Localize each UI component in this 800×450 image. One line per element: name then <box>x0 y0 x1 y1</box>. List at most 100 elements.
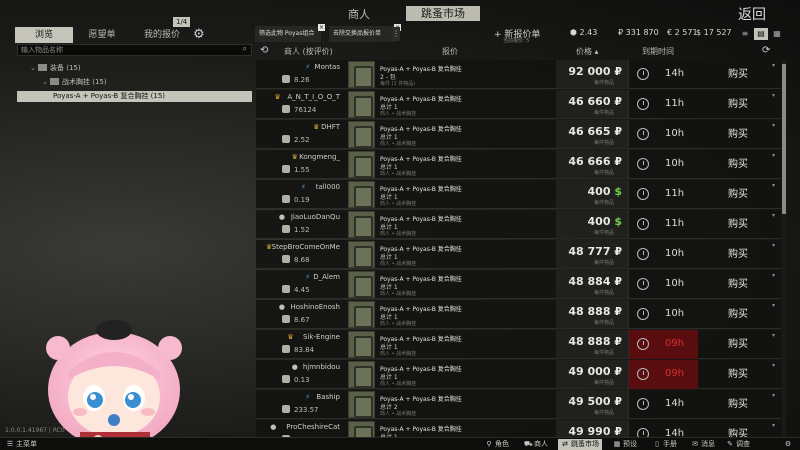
auto-refresh-icon[interactable]: ⟳ <box>762 45 770 56</box>
seller-name[interactable]: A_N_T_I_O_O_T <box>287 93 340 101</box>
buy-button[interactable]: 购买 <box>698 390 778 419</box>
item-icon[interactable] <box>348 181 375 208</box>
seller-name[interactable]: Kongmeng_ <box>299 153 340 161</box>
nav-presets[interactable]: ▦ 预设 <box>613 439 637 450</box>
seller-cell[interactable]: DHFT 2.52 ♛ <box>256 120 346 149</box>
scroll-thumb[interactable] <box>782 64 786 214</box>
buy-button[interactable]: 购买 <box>698 270 778 299</box>
buy-button[interactable]: 购买 <box>698 210 778 239</box>
seller-cell[interactable]: Montas 8.26 ⚡ <box>256 60 346 89</box>
buy-button[interactable]: 购买 <box>698 150 778 179</box>
search-input[interactable] <box>18 45 233 55</box>
list-view-icon[interactable]: ≡ <box>738 28 752 40</box>
chevron-down-icon[interactable]: ▾ <box>772 302 775 309</box>
item-icon[interactable] <box>348 271 375 298</box>
seller-name[interactable]: D_Alem <box>313 273 340 281</box>
chevron-down-icon[interactable]: ▾ <box>772 242 775 249</box>
compact-view-icon[interactable]: ▤ <box>754 28 768 40</box>
seller-name[interactable]: hjmnbidou <box>303 363 340 371</box>
seller-cell[interactable]: Kongmeng_ 1.55 ♛ <box>256 150 346 179</box>
seller-cell[interactable]: StepBroComeOnMe 8.68 ♛ <box>256 240 346 269</box>
seller-name[interactable]: Baship <box>316 393 340 401</box>
seller-cell[interactable]: A_N_T_I_O_O_T 76124 ♛ <box>256 90 346 119</box>
buy-button[interactable]: 购买 <box>698 330 778 359</box>
filter-chip-barter[interactable]: 去除交换品报价单 × <box>329 24 401 42</box>
chevron-down-icon[interactable]: ▾ <box>772 182 775 189</box>
nav-messages[interactable]: ✉ 消息 <box>691 439 715 450</box>
nav-settings[interactable]: ⚙ <box>784 439 794 450</box>
tab-wishlist[interactable]: 愿望单 <box>85 27 119 43</box>
chevron-down-icon[interactable]: ▾ <box>772 392 775 399</box>
back-button[interactable]: 返回 <box>738 4 766 24</box>
buy-button[interactable]: 购买 <box>698 90 778 119</box>
seller-name[interactable]: JiaoLuoDanQu <box>291 213 340 221</box>
buy-button[interactable]: 购买 <box>698 300 778 329</box>
chevron-down-icon[interactable]: ▾ <box>772 422 775 429</box>
expire-cell: 11h <box>628 90 698 119</box>
item-icon[interactable] <box>348 391 375 418</box>
seller-name[interactable]: StepBroComeOnMe <box>272 243 340 251</box>
buy-button[interactable]: 购买 <box>698 240 778 269</box>
seller-name[interactable]: Sik-Engine <box>303 333 340 341</box>
seller-cell[interactable]: D_Alem 4.45 ⚡ <box>256 270 346 299</box>
tab-trader[interactable]: 商人 <box>330 6 388 22</box>
refresh-icon[interactable]: ⟲ <box>260 45 268 56</box>
buy-button[interactable]: 购买 <box>698 120 778 149</box>
buy-button[interactable]: 购买 <box>698 360 778 389</box>
seller-name[interactable]: HoshinoEnosh <box>290 303 340 311</box>
filter-chip-item[interactable]: 筛选此物 Poyas组合 × <box>255 24 325 42</box>
seller-cell[interactable]: Sik-Engine 83.84 ♛ <box>256 330 346 359</box>
chevron-down-icon[interactable]: ▾ <box>772 362 775 369</box>
chevron-down-icon[interactable]: ▾ <box>772 272 775 279</box>
tab-flea-market[interactable]: 跳蚤市场 <box>406 6 480 21</box>
item-icon[interactable] <box>348 121 375 148</box>
seller-name[interactable]: tall000 <box>316 183 340 191</box>
nav-main-menu[interactable]: ☰ 主菜单 <box>6 439 37 450</box>
search-icon[interactable]: ⌕ <box>243 44 247 54</box>
more-options-icon[interactable]: ⋮ <box>392 27 400 41</box>
chevron-down-icon[interactable]: ▾ <box>772 62 775 69</box>
nav-traders[interactable]: ⛟商人 <box>524 439 548 450</box>
nav-survey[interactable]: ✎ 调查 <box>726 439 750 450</box>
seller-name[interactable]: ProCheshireCat <box>286 423 340 431</box>
seller-name[interactable]: DHFT <box>321 123 340 131</box>
chevron-down-icon[interactable]: ▾ <box>772 122 775 129</box>
chevron-down-icon[interactable]: ▾ <box>772 332 775 339</box>
tab-browse[interactable]: 浏览 <box>15 27 73 43</box>
nav-character[interactable]: ⚲ 角色 <box>485 439 509 450</box>
buy-button[interactable]: 购买 <box>698 60 778 89</box>
nav-handbook[interactable]: ▯ 手册 <box>653 439 677 450</box>
tree-item-selected[interactable]: Poyas-A + Poyas-B 复合胸挂 (15) <box>17 91 252 102</box>
tree-category-rig[interactable]: ⌄ 战术胸挂 (15) <box>42 77 107 88</box>
seller-cell[interactable]: tall000 0.19 ⚡ <box>256 180 346 209</box>
item-icon[interactable] <box>348 241 375 268</box>
chevron-down-icon[interactable]: ▾ <box>772 92 775 99</box>
chevron-down-icon[interactable]: ▾ <box>772 152 775 159</box>
seller-cell[interactable]: Baship 233.57 ⚡ <box>256 390 346 419</box>
column-header-merchant[interactable]: 商人 (按评价) <box>284 46 333 57</box>
clock-icon <box>637 398 649 410</box>
buy-button[interactable]: 购买 <box>698 180 778 209</box>
seller-cell[interactable]: HoshinoEnosh 8.67 ● <box>256 300 346 329</box>
item-icon[interactable] <box>348 91 375 118</box>
item-icon[interactable] <box>348 301 375 328</box>
nav-flea-market[interactable]: ⇄ 跳蚤市场 <box>558 439 602 450</box>
item-icon[interactable] <box>348 361 375 388</box>
column-header-price[interactable]: 价格 ▴ <box>576 46 599 57</box>
item-icon[interactable] <box>348 61 375 88</box>
close-icon[interactable]: × <box>318 24 325 31</box>
seller-rating: 1.52 <box>282 225 310 234</box>
item-icon[interactable] <box>348 211 375 238</box>
chevron-down-icon[interactable]: ▾ <box>772 212 775 219</box>
expire-time: 10h <box>665 308 685 319</box>
item-icon[interactable] <box>348 331 375 358</box>
item-icon[interactable] <box>348 151 375 178</box>
seller-cell[interactable]: hjmnbidou 0.13 ● <box>256 360 346 389</box>
gear-icon[interactable]: ⚙ <box>193 28 207 42</box>
grid-view-icon[interactable]: ▦ <box>770 28 784 40</box>
tab-my-offers[interactable]: 我的报价 <box>143 27 181 43</box>
seller-name[interactable]: Montas <box>315 63 340 71</box>
seller-cell[interactable]: JiaoLuoDanQu 1.52 ● <box>256 210 346 239</box>
tree-category-gear[interactable]: ⌄ 装备 (15) <box>30 63 81 74</box>
scrollbar[interactable] <box>782 60 786 440</box>
